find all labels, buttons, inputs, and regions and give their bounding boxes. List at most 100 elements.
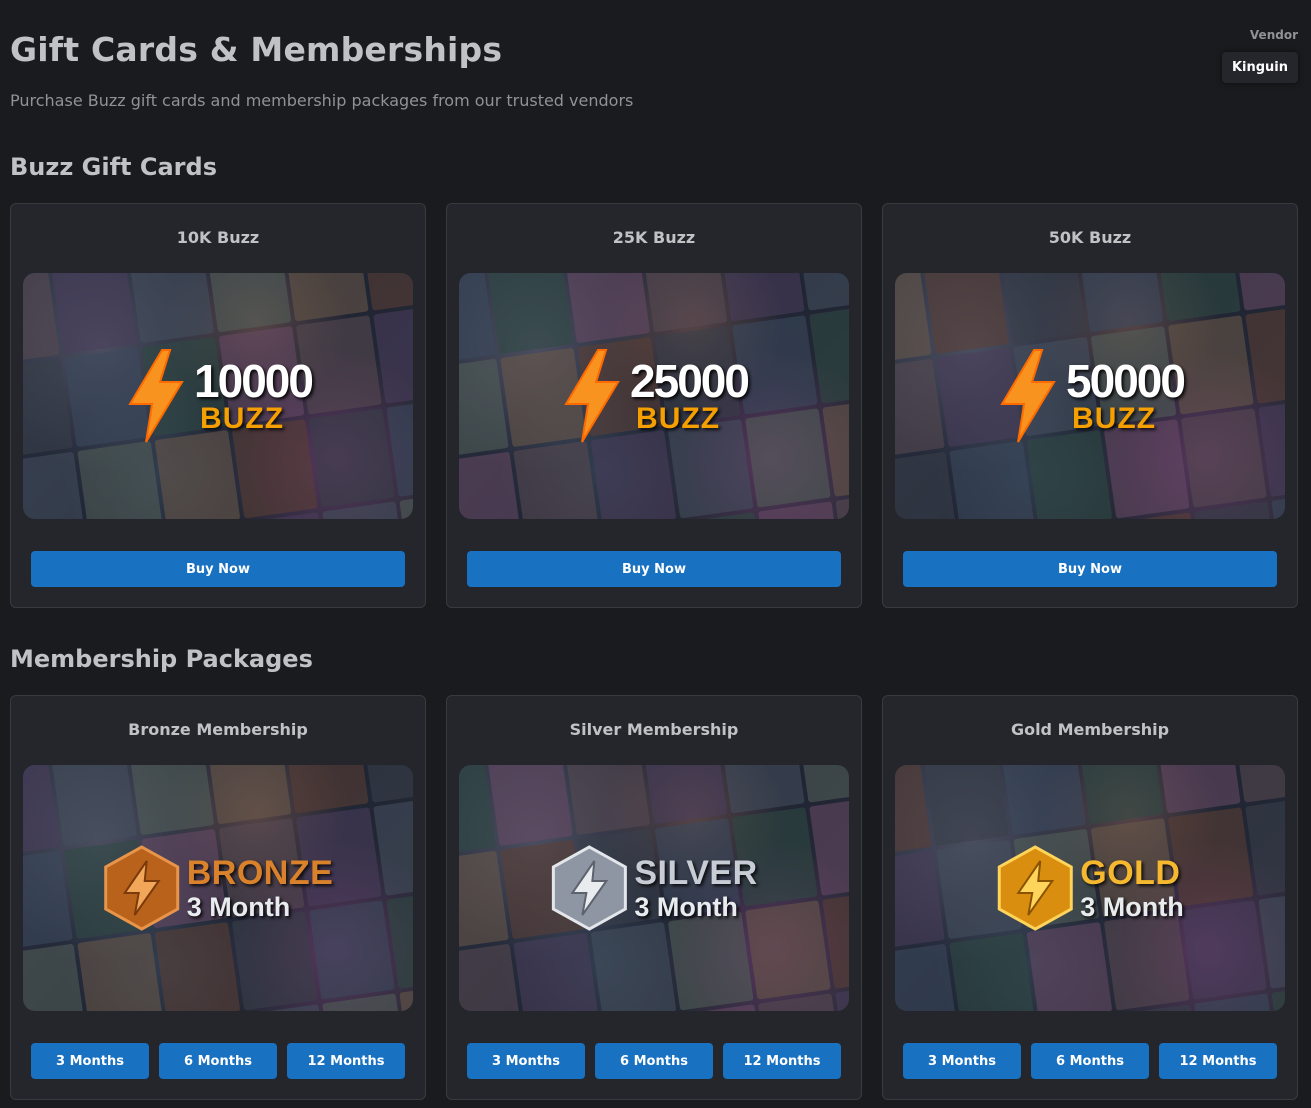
collage-tile xyxy=(718,273,805,322)
buzz-amount: 50000 xyxy=(1066,355,1186,407)
tier-name: BRONZE xyxy=(186,853,334,892)
card-title: 50K Buzz xyxy=(1048,228,1132,247)
bronze-12-months-button[interactable]: 12 Months xyxy=(287,1043,405,1079)
collage-tile xyxy=(564,273,651,344)
gift-card: 25K Buzz 25000 BUZZ Buy Now xyxy=(446,203,862,608)
collage-tile xyxy=(459,451,522,519)
bronze-6-months-button[interactable]: 6 Months xyxy=(159,1043,277,1079)
collage-tile xyxy=(1232,765,1285,803)
collage-tile xyxy=(796,273,849,311)
collage-tile xyxy=(51,273,137,355)
bolt-icon xyxy=(564,349,620,443)
collage-tile xyxy=(1154,765,1241,814)
buzz-unit: BUZZ xyxy=(636,402,721,435)
collage-tile xyxy=(360,765,413,803)
collage-tile xyxy=(745,900,831,1000)
membership-card-image: BRONZE 3 Month xyxy=(23,765,413,1011)
collage-tile xyxy=(282,765,369,814)
collage-tile xyxy=(641,273,728,333)
memberships-section-title: Membership Packages xyxy=(10,645,313,673)
collage-tile xyxy=(77,440,164,519)
silver-badge-icon xyxy=(551,845,627,931)
card-title: Bronze Membership xyxy=(128,720,308,739)
bolt-icon xyxy=(1000,349,1056,443)
collage-tile xyxy=(1026,921,1113,1011)
gift-cards-section-title: Buzz Gift Cards xyxy=(10,153,217,181)
collage-tile xyxy=(1077,273,1164,333)
gold-badge-icon xyxy=(997,845,1073,931)
membership-card-image: SILVER 3 Month xyxy=(459,765,849,1011)
collage-tile xyxy=(1232,273,1285,311)
collage-tile xyxy=(718,765,805,814)
gift-card: 50K Buzz 50000 BUZZ Buy Now xyxy=(882,203,1298,608)
membership-card: Bronze Membership BRONZE 3 Month 3 Month… xyxy=(10,695,426,1100)
buzz-unit: BUZZ xyxy=(1072,402,1157,435)
collage-tile xyxy=(923,273,1009,355)
tier-duration: 3 Month xyxy=(186,891,291,922)
gold-3-months-button[interactable]: 3 Months xyxy=(903,1043,1021,1079)
silver-6-months-button[interactable]: 6 Months xyxy=(595,1043,713,1079)
tier-name: SILVER xyxy=(634,853,758,892)
membership-card: Gold Membership GOLD 3 Month 3 Months 6 … xyxy=(882,695,1298,1100)
collage-tile xyxy=(796,765,849,803)
card-title: Gold Membership xyxy=(1010,720,1170,739)
buy-now-button[interactable]: Buy Now xyxy=(467,551,841,587)
gift-card: 10K Buzz 10000 BUZZ Buy Now xyxy=(10,203,426,608)
card-title: 25K Buzz xyxy=(612,228,696,247)
buy-now-button[interactable]: Buy Now xyxy=(903,551,1277,587)
collage-tile xyxy=(487,273,573,355)
card-title: 10K Buzz xyxy=(176,228,260,247)
collage-tile xyxy=(23,943,86,1011)
collage-tile xyxy=(128,765,215,836)
collage-tile xyxy=(1077,765,1164,825)
collage-tile xyxy=(895,943,958,1011)
tier-duration: 3 Month xyxy=(1080,891,1184,922)
collage-tile xyxy=(745,408,831,508)
collage-tile xyxy=(360,273,413,311)
collage-tile xyxy=(23,850,73,951)
collage-tile xyxy=(895,850,945,951)
gift-cards-grid: 10K Buzz 10000 BUZZ Buy Now 25K Buzz 250… xyxy=(10,203,1298,608)
bronze-badge-icon xyxy=(104,845,180,931)
collage-tile xyxy=(1000,765,1087,836)
vendor-selector: Vendor Kinguin xyxy=(1221,28,1298,83)
collage-tile xyxy=(513,440,600,519)
membership-card: Silver Membership SILVER 3 Month 3 Month… xyxy=(446,695,862,1100)
card-title: Silver Membership xyxy=(569,720,739,739)
collage-tile xyxy=(949,932,1036,1011)
bolt-icon xyxy=(128,349,184,443)
collage-tile xyxy=(923,765,1009,847)
collage-tile xyxy=(51,765,137,847)
collage-tile xyxy=(1154,273,1241,322)
membership-card-image: GOLD 3 Month xyxy=(895,765,1285,1011)
collage-tile xyxy=(641,765,728,825)
collage-tile xyxy=(459,358,509,459)
collage-tile xyxy=(205,765,292,825)
collage-tile xyxy=(459,850,509,951)
silver-12-months-button[interactable]: 12 Months xyxy=(723,1043,841,1079)
collage-tile xyxy=(23,451,86,519)
tier-name: GOLD xyxy=(1080,853,1181,892)
page-subtitle: Purchase Buzz gift cards and membership … xyxy=(10,91,634,110)
buy-now-button[interactable]: Buy Now xyxy=(31,551,405,587)
buzz-unit: BUZZ xyxy=(200,402,285,435)
vendor-kinguin-button[interactable]: Kinguin xyxy=(1221,52,1298,83)
silver-3-months-button[interactable]: 3 Months xyxy=(467,1043,585,1079)
collage-tile xyxy=(564,765,651,836)
buzz-card-image: 10000 BUZZ xyxy=(23,273,413,519)
collage-tile xyxy=(590,921,677,1011)
collage-tile xyxy=(77,932,164,1011)
page-title: Gift Cards & Memberships xyxy=(10,30,503,69)
buzz-card-image: 50000 BUZZ xyxy=(895,273,1285,519)
buzz-card-image: 25000 BUZZ xyxy=(459,273,849,519)
vendor-label: Vendor xyxy=(1249,28,1298,42)
gold-6-months-button[interactable]: 6 Months xyxy=(1031,1043,1149,1079)
tier-duration: 3 Month xyxy=(634,891,738,922)
bronze-3-months-button[interactable]: 3 Months xyxy=(31,1043,149,1079)
collage-tile xyxy=(895,358,945,459)
buzz-amount: 25000 xyxy=(630,355,750,407)
collage-tile xyxy=(1181,900,1267,1000)
memberships-grid: Bronze Membership BRONZE 3 Month 3 Month… xyxy=(10,695,1298,1100)
gold-12-months-button[interactable]: 12 Months xyxy=(1159,1043,1277,1079)
collage-tile xyxy=(459,943,522,1011)
